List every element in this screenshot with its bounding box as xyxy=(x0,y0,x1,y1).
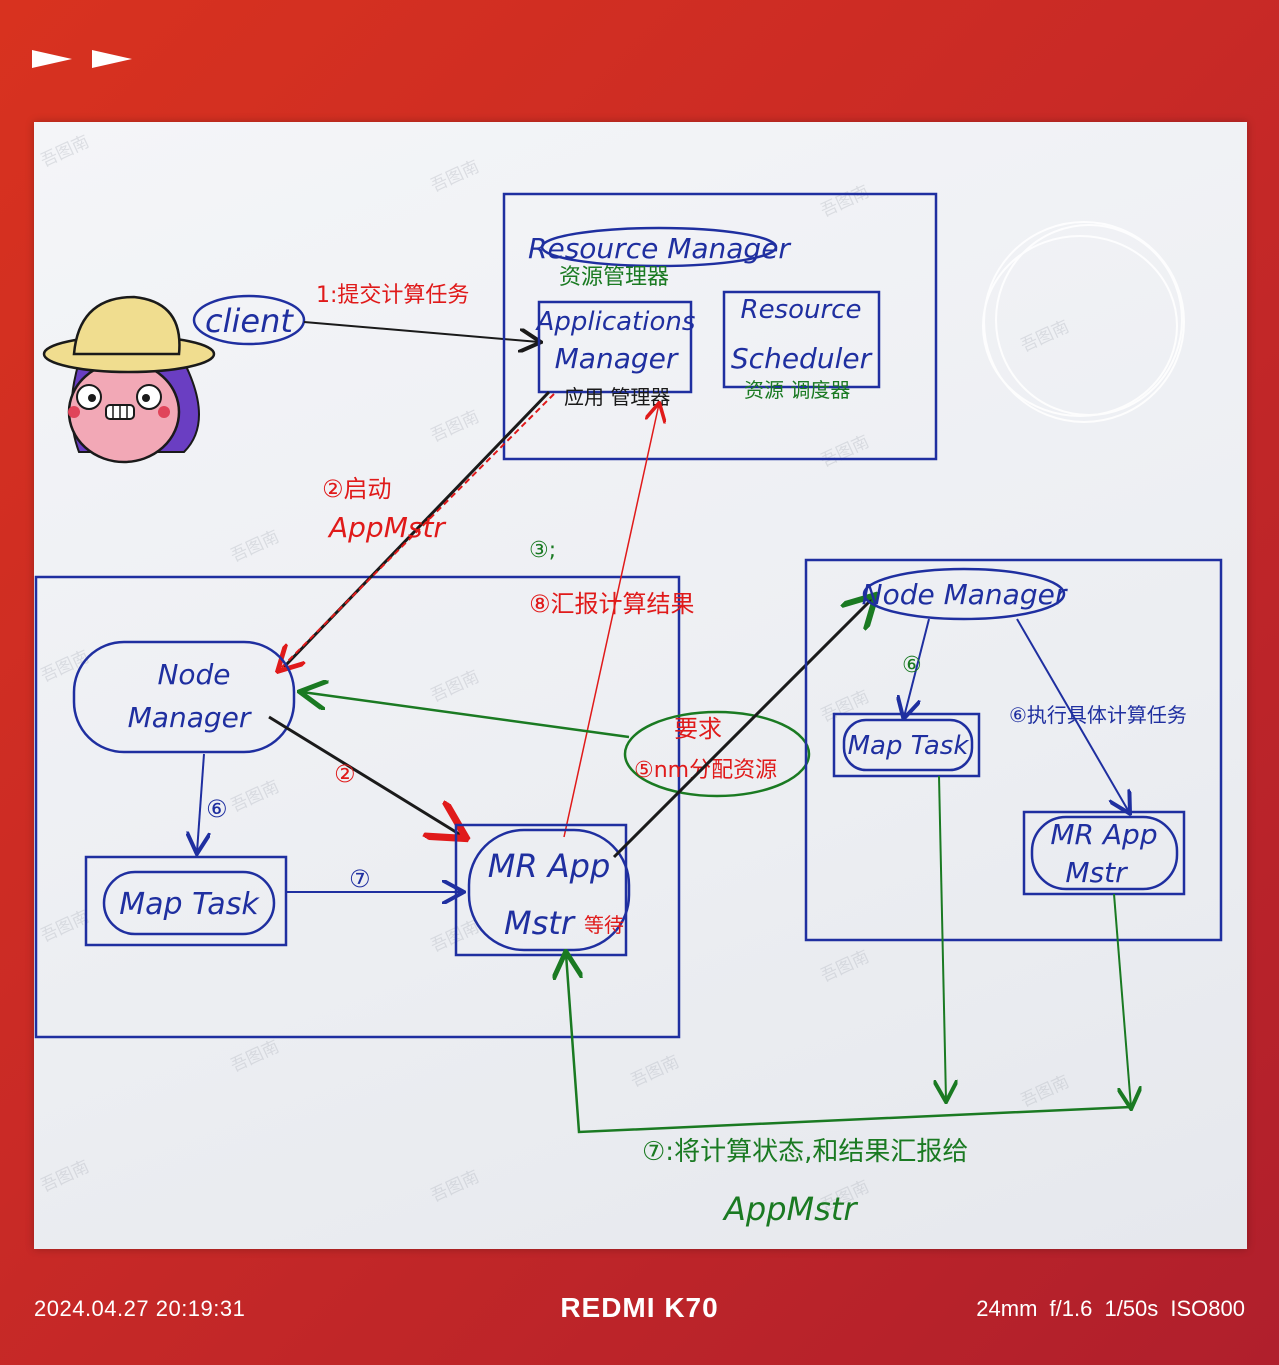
nm-to-mrapp-arrow xyxy=(268,715,464,837)
watermark-text: 吾图南 xyxy=(228,527,283,567)
step2-label: ②启动 xyxy=(322,475,392,503)
step2-target-label: AppMstr xyxy=(327,511,446,544)
resource-scheduler-line2: Scheduler xyxy=(731,342,873,375)
left-node-manager-line1: Node xyxy=(157,658,230,691)
resource-manager-cn-label: 资源管理器 xyxy=(559,265,669,290)
report-to-appmstr-line xyxy=(566,954,1132,1134)
left-step6-label: ⑥ xyxy=(206,795,228,823)
watermark-text: 吾图南 xyxy=(38,1157,93,1197)
mr-app-cn-label: 等待 xyxy=(584,913,624,937)
step7-target: AppMstr xyxy=(722,1190,858,1228)
left-node-container xyxy=(34,575,681,1039)
play-icon xyxy=(32,50,72,68)
right-node-manager-label: Node Manager xyxy=(862,578,1068,611)
step7-text: ⑦:将计算状态,和结果汇报给 xyxy=(642,1137,968,1167)
step3-label: ③; xyxy=(529,538,556,563)
watermark-text: 吾图南 xyxy=(818,947,873,987)
resource-scheduler-line1: Resource xyxy=(741,295,862,325)
diagram-canvas: 吾图南 吾图南 吾图南 吾图南 吾图南 吾图南 吾图南 吾图南 吾图南 吾图南 … xyxy=(34,132,1223,1228)
watermark-text: 吾图南 xyxy=(818,182,873,222)
request-line1: 要求 xyxy=(674,715,722,743)
applications-manager-line1: Applications xyxy=(535,307,696,337)
right-mr-app-line1: MR App xyxy=(1050,818,1157,851)
watermark-text: 吾图南 xyxy=(428,1167,483,1207)
right-mr-app-line2: Mstr xyxy=(1065,856,1128,889)
hand-drawn-diagram-photo: 吾图南 吾图南 吾图南 吾图南 吾图南 吾图南 吾图南 吾图南 吾图南 吾图南 … xyxy=(34,122,1247,1249)
girl-with-hat-icon xyxy=(42,295,216,464)
watermark-text: 吾图南 xyxy=(228,777,283,817)
watermark-text: 吾图南 xyxy=(38,907,93,947)
request-line2: ⑤nm分配资源 xyxy=(634,758,777,783)
right-map-task-report-line xyxy=(939,775,946,1100)
left-node-manager-line2: Manager xyxy=(128,701,252,734)
watermark-text: 吾图南 xyxy=(1018,1072,1073,1112)
left-map-task-label: Map Task xyxy=(119,887,260,922)
right-step6-label: ⑥ xyxy=(902,653,922,678)
step2-small-label: ② xyxy=(334,760,356,788)
left-step6-arrow xyxy=(197,753,204,852)
step8-label: ⑧汇报计算结果 xyxy=(529,590,695,618)
request-to-left-nm-arrow xyxy=(302,692,630,739)
watermark-text: 吾图南 xyxy=(228,1037,283,1077)
right-step6-text: ⑥执行具体计算任务 xyxy=(1009,703,1187,727)
client-label: client xyxy=(205,302,294,340)
watermark-text: 吾图南 xyxy=(428,407,483,447)
step7-small-label: ⑦ xyxy=(349,865,371,893)
resource-manager-label: Resource Manager xyxy=(528,232,791,265)
applications-manager-cn-label: 应用 管理器 xyxy=(564,385,670,409)
play-icon xyxy=(92,50,132,68)
applications-manager-line2: Manager xyxy=(555,342,679,375)
right-mr-app-report-line xyxy=(1113,893,1131,1107)
watermark-text: 吾图南 xyxy=(818,432,873,472)
watermark-text: 吾图南 xyxy=(428,157,483,197)
watermark-text: 吾图南 xyxy=(38,132,93,172)
watermark-text: 吾图南 xyxy=(428,667,483,707)
resource-scheduler-cn-label: 资源 调度器 xyxy=(744,378,850,402)
camera-watermark-footer: 2024.04.27 20:19:31 REDMI K70 24mm f/1.6… xyxy=(0,1274,1279,1334)
right-map-task-label: Map Task xyxy=(848,731,970,761)
moon-doodle-icon xyxy=(982,221,1185,423)
watermark-text: 吾图南 xyxy=(628,1052,683,1092)
exif-info: 24mm f/1.6 1/50s ISO800 xyxy=(976,1296,1245,1321)
watermark-text: 吾图南 xyxy=(1018,317,1073,357)
watermark-text: 吾图南 xyxy=(38,647,93,687)
play-icons xyxy=(32,50,132,68)
mr-app-line2: Mstr xyxy=(504,904,576,942)
mr-app-line1: MR App xyxy=(488,847,611,885)
step1-label: 1:提交计算任务 xyxy=(316,283,469,308)
